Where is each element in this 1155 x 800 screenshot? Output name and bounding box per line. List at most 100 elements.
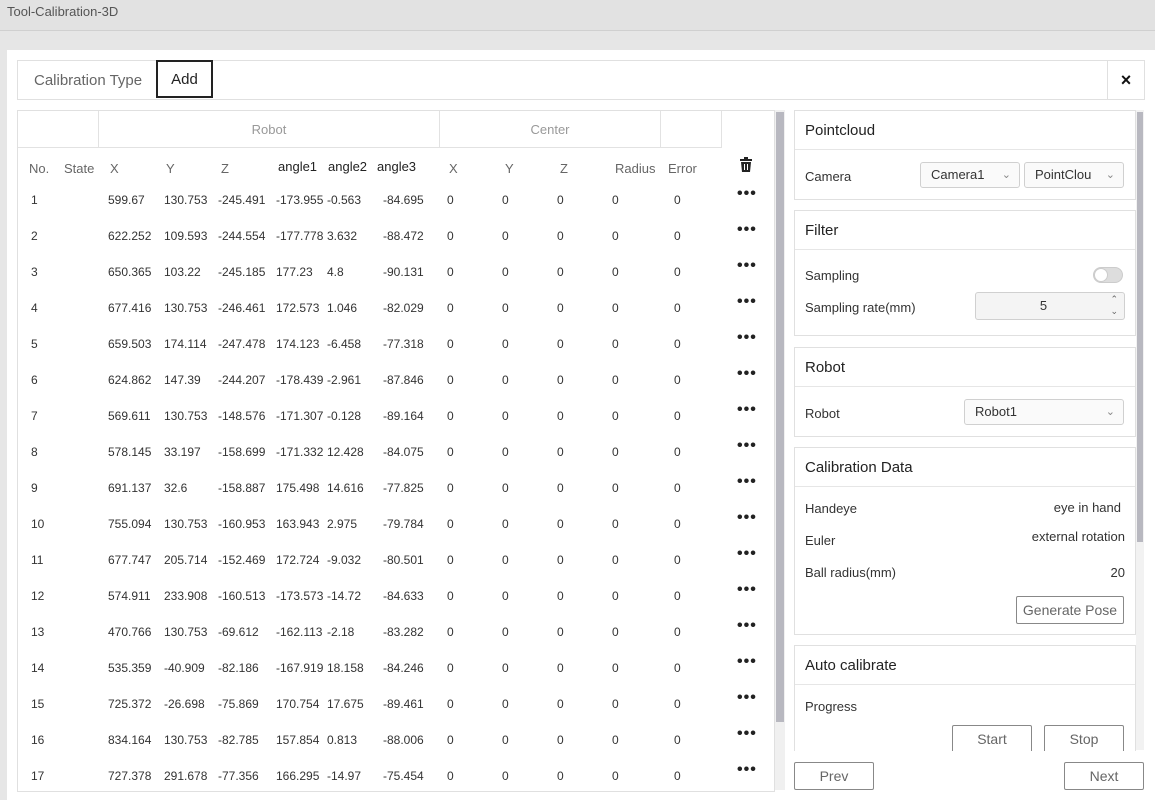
more-options-icon[interactable]: •••: [737, 185, 757, 203]
table-row[interactable]: 12 574.911 233.908 -160.513 -173.573 -14.72 -8…: [18, 579, 774, 615]
more-options-icon[interactable]: •••: [737, 581, 757, 599]
sampling-rate-stepper[interactable]: 5 ⌃ ⌄: [975, 292, 1125, 320]
row-no: 13: [31, 625, 45, 639]
more-options-icon[interactable]: •••: [737, 725, 757, 743]
table-row[interactable]: 4 677.416 130.753 -246.461 172.573 1.046 -82.0…: [18, 291, 774, 327]
more-options-icon[interactable]: •••: [737, 761, 757, 779]
table-row[interactable]: 2 622.252 109.593 -244.554 -177.778 3.632 -88.…: [18, 219, 774, 255]
cell-angle2: -2.18: [327, 625, 355, 639]
more-options-icon[interactable]: •••: [737, 257, 757, 275]
cell-radius: 0: [612, 409, 619, 423]
table-row[interactable]: 9 691.137 32.6 -158.887 175.498 14.616 -77.825…: [18, 471, 774, 507]
cell-center-y: 0: [502, 481, 509, 495]
more-options-icon[interactable]: •••: [737, 437, 757, 455]
row-no: 8: [31, 445, 38, 459]
more-options-icon[interactable]: •••: [737, 473, 757, 491]
next-button[interactable]: Next: [1064, 762, 1144, 790]
col-header-angle3: angle3: [377, 159, 417, 174]
close-icon[interactable]: ×: [1107, 61, 1144, 99]
cell-x: 834.164: [108, 733, 152, 747]
table-row[interactable]: 3 650.365 103.22 -245.185 177.23 4.8 -90.131 0 0…: [18, 255, 774, 291]
more-options-icon[interactable]: •••: [737, 509, 757, 527]
table-row[interactable]: 13 470.766 130.753 -69.612 -162.113 -2.18 -83.…: [18, 615, 774, 651]
table-row[interactable]: 7 569.611 130.753 -148.576 -171.307 -0.128 -89…: [18, 399, 774, 435]
cell-angle1: -173.573: [276, 589, 324, 603]
cell-z: -148.576: [218, 409, 266, 423]
cell-radius: 0: [612, 337, 619, 351]
table-row[interactable]: 10 755.094 130.753 -160.953 163.943 2.975 -79.…: [18, 507, 774, 543]
sampling-toggle-knob: [1094, 268, 1108, 282]
more-options-icon[interactable]: •••: [737, 329, 757, 347]
cell-center-x: 0: [447, 553, 454, 567]
start-button[interactable]: Start: [952, 725, 1032, 751]
cell-angle2: 14.616: [327, 481, 364, 495]
more-options-icon[interactable]: •••: [737, 221, 757, 239]
cell-center-x: 0: [447, 733, 454, 747]
tab-calibration-type[interactable]: Calibration Type: [34, 72, 142, 89]
cell-angle1: -177.778: [276, 229, 324, 243]
more-options-icon[interactable]: •••: [737, 653, 757, 671]
chevron-up-icon[interactable]: ⌃: [1110, 294, 1118, 305]
cell-error: 0: [674, 193, 681, 207]
ball-radius-value: 20: [1110, 565, 1125, 580]
cell-center-z: 0: [557, 301, 564, 315]
cell-center-x: 0: [447, 625, 454, 639]
cell-error: 0: [674, 517, 681, 531]
more-options-icon[interactable]: •••: [737, 689, 757, 707]
filter-title: Filter: [795, 211, 1135, 250]
table-row[interactable]: 14 535.359 -40.909 -82.186 -167.919 18.158 -84…: [18, 651, 774, 687]
cell-angle1: -178.439: [276, 373, 324, 387]
more-options-icon[interactable]: •••: [737, 365, 757, 383]
cell-angle2: -14.97: [327, 769, 362, 783]
table-row[interactable]: 5 659.503 174.114 -247.478 174.123 -6.458 -77.…: [18, 327, 774, 363]
cell-y: 130.753: [164, 733, 208, 747]
chevron-down-icon[interactable]: ⌄: [1110, 306, 1118, 317]
more-options-icon[interactable]: •••: [737, 293, 757, 311]
more-options-icon[interactable]: •••: [737, 617, 757, 635]
table-row[interactable]: 15 725.372 -26.698 -75.869 170.754 17.675 -89.…: [18, 687, 774, 723]
tab-add[interactable]: Add: [156, 60, 213, 98]
table-row[interactable]: 16 834.164 130.753 -82.785 157.854 0.813 -88.0…: [18, 723, 774, 759]
cell-error: 0: [674, 733, 681, 747]
table-corner: [18, 111, 99, 148]
robot-select-value: Robot1: [975, 404, 1017, 419]
table-scrollbar-thumb[interactable]: [776, 112, 784, 722]
sampling-toggle[interactable]: [1093, 267, 1123, 283]
row-no: 16: [31, 733, 45, 747]
cell-radius: 0: [612, 445, 619, 459]
group-header-robot: Robot: [99, 111, 440, 148]
cell-x: 578.145: [108, 445, 152, 459]
delete-all-icon[interactable]: [739, 157, 753, 177]
more-options-icon[interactable]: •••: [737, 545, 757, 563]
cell-angle3: -77.318: [383, 337, 424, 351]
cell-angle2: 18.158: [327, 661, 364, 675]
more-options-icon[interactable]: •••: [737, 401, 757, 419]
cell-center-z: 0: [557, 445, 564, 459]
table-row[interactable]: 8 578.145 33.197 -158.699 -171.332 12.428 -84.…: [18, 435, 774, 471]
cell-center-y: 0: [502, 229, 509, 243]
cell-center-x: 0: [447, 589, 454, 603]
table-row[interactable]: 1 599.67 130.753 -245.491 -173.955 -0.563 -84.…: [18, 183, 774, 219]
cell-angle3: -77.825: [383, 481, 424, 495]
cell-angle2: 1.046: [327, 301, 358, 315]
cell-angle1: 163.943: [276, 517, 320, 531]
cell-y: 174.114: [164, 337, 207, 351]
table-row[interactable]: 11 677.747 205.714 -152.469 172.724 -9.032 -80…: [18, 543, 774, 579]
panel-scrollbar-thumb[interactable]: [1137, 112, 1143, 542]
cell-y: 205.714: [164, 553, 208, 567]
cell-angle1: 175.498: [276, 481, 320, 495]
cell-center-x: 0: [447, 445, 454, 459]
cell-angle1: 172.573: [276, 301, 320, 315]
table-row[interactable]: 6 624.862 147.39 -244.207 -178.439 -2.961 -87.…: [18, 363, 774, 399]
robot-select[interactable]: Robot1 ⌄: [964, 399, 1124, 425]
cell-angle2: -2.961: [327, 373, 362, 387]
prev-button[interactable]: Prev: [794, 762, 874, 790]
cell-radius: 0: [612, 193, 619, 207]
stop-button[interactable]: Stop: [1044, 725, 1124, 751]
generate-pose-button[interactable]: Generate Pose: [1016, 596, 1124, 624]
camera-select-value: Camera1: [931, 167, 985, 182]
pointcloud-select[interactable]: PointClou ⌄: [1024, 162, 1124, 188]
table-row[interactable]: 17 727.378 291.678 -77.356 166.295 -14.97 -75.…: [18, 759, 774, 791]
col-header-y: Y: [166, 161, 175, 176]
camera-select[interactable]: Camera1 ⌄: [920, 162, 1020, 188]
